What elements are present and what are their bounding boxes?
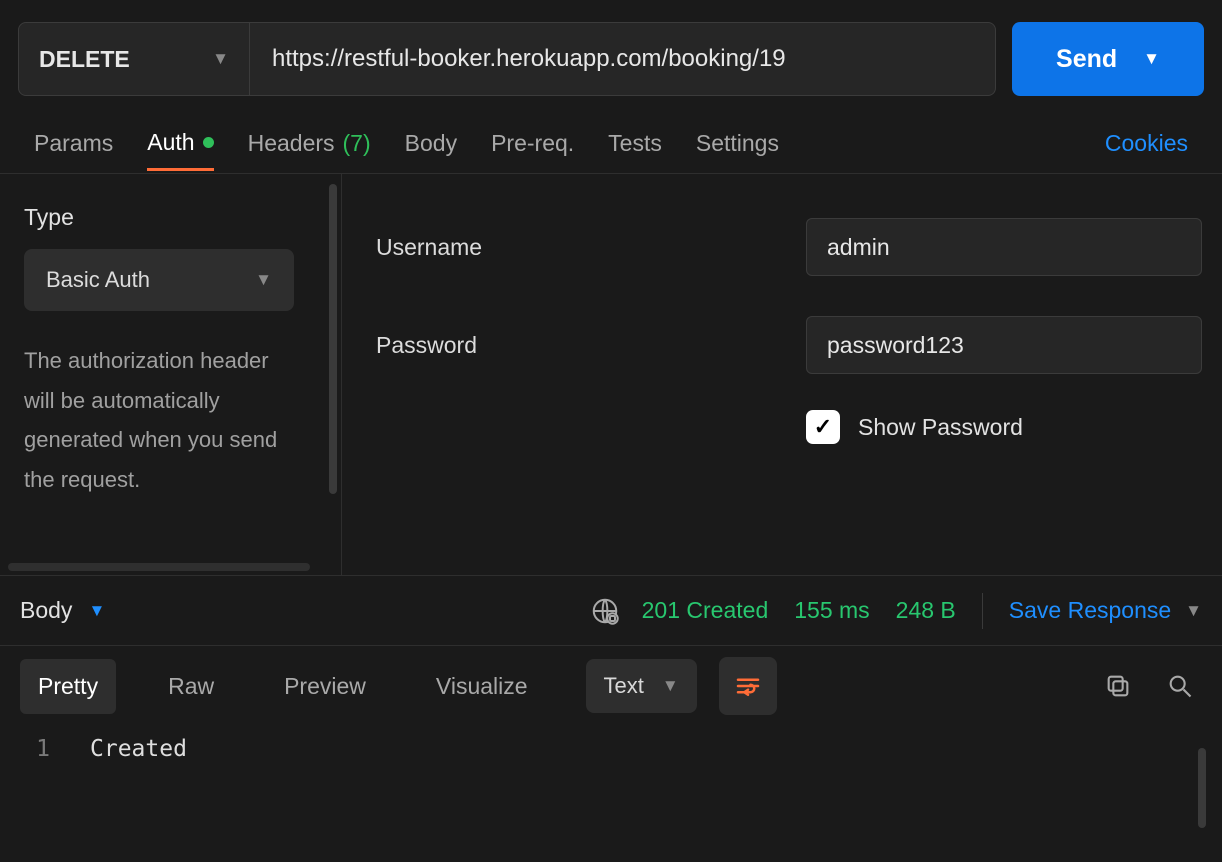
view-tab-preview[interactable]: Preview (266, 659, 384, 714)
http-method-select[interactable]: DELETE ▼ (18, 22, 250, 96)
response-body-dropdown[interactable]: Body ▼ (20, 597, 105, 624)
tab-headers[interactable]: Headers (7) (248, 118, 371, 169)
tab-params[interactable]: Params (34, 118, 113, 169)
wrap-lines-button[interactable] (719, 657, 777, 715)
password-label: Password (376, 332, 806, 359)
tab-prerequest[interactable]: Pre-req. (491, 118, 574, 169)
scrollbar-horizontal[interactable] (8, 563, 310, 571)
response-body-code: 1 Created (0, 726, 1222, 772)
response-size: 248 B (896, 597, 956, 624)
response-status: 201 Created (642, 597, 769, 624)
response-view-tabs: Pretty Raw Preview Visualize (20, 659, 546, 714)
chevron-down-icon: ▼ (662, 676, 679, 696)
password-input[interactable] (806, 316, 1202, 374)
active-indicator-icon (203, 137, 214, 148)
tab-settings[interactable]: Settings (696, 118, 779, 169)
headers-count: (7) (343, 130, 371, 157)
request-bar: DELETE ▼ Send ▼ (0, 0, 1222, 114)
scrollbar-vertical[interactable] (1198, 748, 1206, 828)
show-password-checkbox[interactable]: ✓ (806, 410, 840, 444)
chevron-down-icon: ▼ (1185, 601, 1202, 621)
show-password-label: Show Password (858, 414, 1023, 441)
auth-credentials-panel: Username Password ✓ Show Password (342, 174, 1222, 575)
chevron-down-icon: ▼ (1143, 49, 1160, 69)
auth-type-label: Type (24, 204, 317, 231)
network-icon[interactable] (590, 596, 620, 626)
check-icon: ✓ (814, 414, 832, 440)
auth-type-select[interactable]: Basic Auth ▼ (24, 249, 294, 311)
auth-pane: Type Basic Auth ▼ The authorization head… (0, 174, 1222, 576)
response-meta: Body ▼ 201 Created 155 ms 248 B Save Res… (0, 576, 1222, 646)
send-button-label: Send (1056, 45, 1117, 74)
divider (982, 593, 983, 629)
cookies-link[interactable]: Cookies (1105, 130, 1188, 157)
tab-tests[interactable]: Tests (608, 118, 662, 169)
http-method-value: DELETE (39, 46, 130, 73)
copy-button[interactable] (1096, 664, 1140, 708)
auth-type-panel: Type Basic Auth ▼ The authorization head… (0, 174, 342, 575)
view-tab-raw[interactable]: Raw (150, 659, 232, 714)
request-tabs: Params Auth Headers (7) Body Pre-req. Te… (0, 114, 1222, 174)
response-format-select[interactable]: Text ▼ (586, 659, 697, 713)
line-content: Created (90, 736, 187, 762)
tab-body[interactable]: Body (405, 118, 457, 169)
chevron-down-icon: ▼ (255, 270, 272, 290)
password-row: Password (376, 316, 1202, 374)
show-password-row: ✓ Show Password (806, 410, 1202, 444)
chevron-down-icon: ▼ (88, 601, 105, 621)
response-time: 155 ms (794, 597, 869, 624)
chevron-down-icon: ▼ (212, 49, 229, 69)
send-button[interactable]: Send ▼ (1012, 22, 1204, 96)
tab-auth[interactable]: Auth (147, 117, 213, 171)
username-label: Username (376, 234, 806, 261)
response-toolbar: Pretty Raw Preview Visualize Text ▼ (0, 646, 1222, 726)
view-tab-pretty[interactable]: Pretty (20, 659, 116, 714)
username-row: Username (376, 218, 1202, 276)
code-line: 1 Created (20, 736, 1202, 762)
auth-type-value: Basic Auth (46, 267, 150, 293)
username-input[interactable] (806, 218, 1202, 276)
scrollbar-vertical[interactable] (329, 184, 337, 494)
search-button[interactable] (1158, 664, 1202, 708)
line-number: 1 (20, 736, 50, 762)
save-response-button[interactable]: Save Response ▼ (1009, 597, 1202, 624)
url-input[interactable] (250, 22, 996, 96)
auth-description: The authorization header will be automat… (24, 341, 304, 499)
view-tab-visualize[interactable]: Visualize (418, 659, 546, 714)
